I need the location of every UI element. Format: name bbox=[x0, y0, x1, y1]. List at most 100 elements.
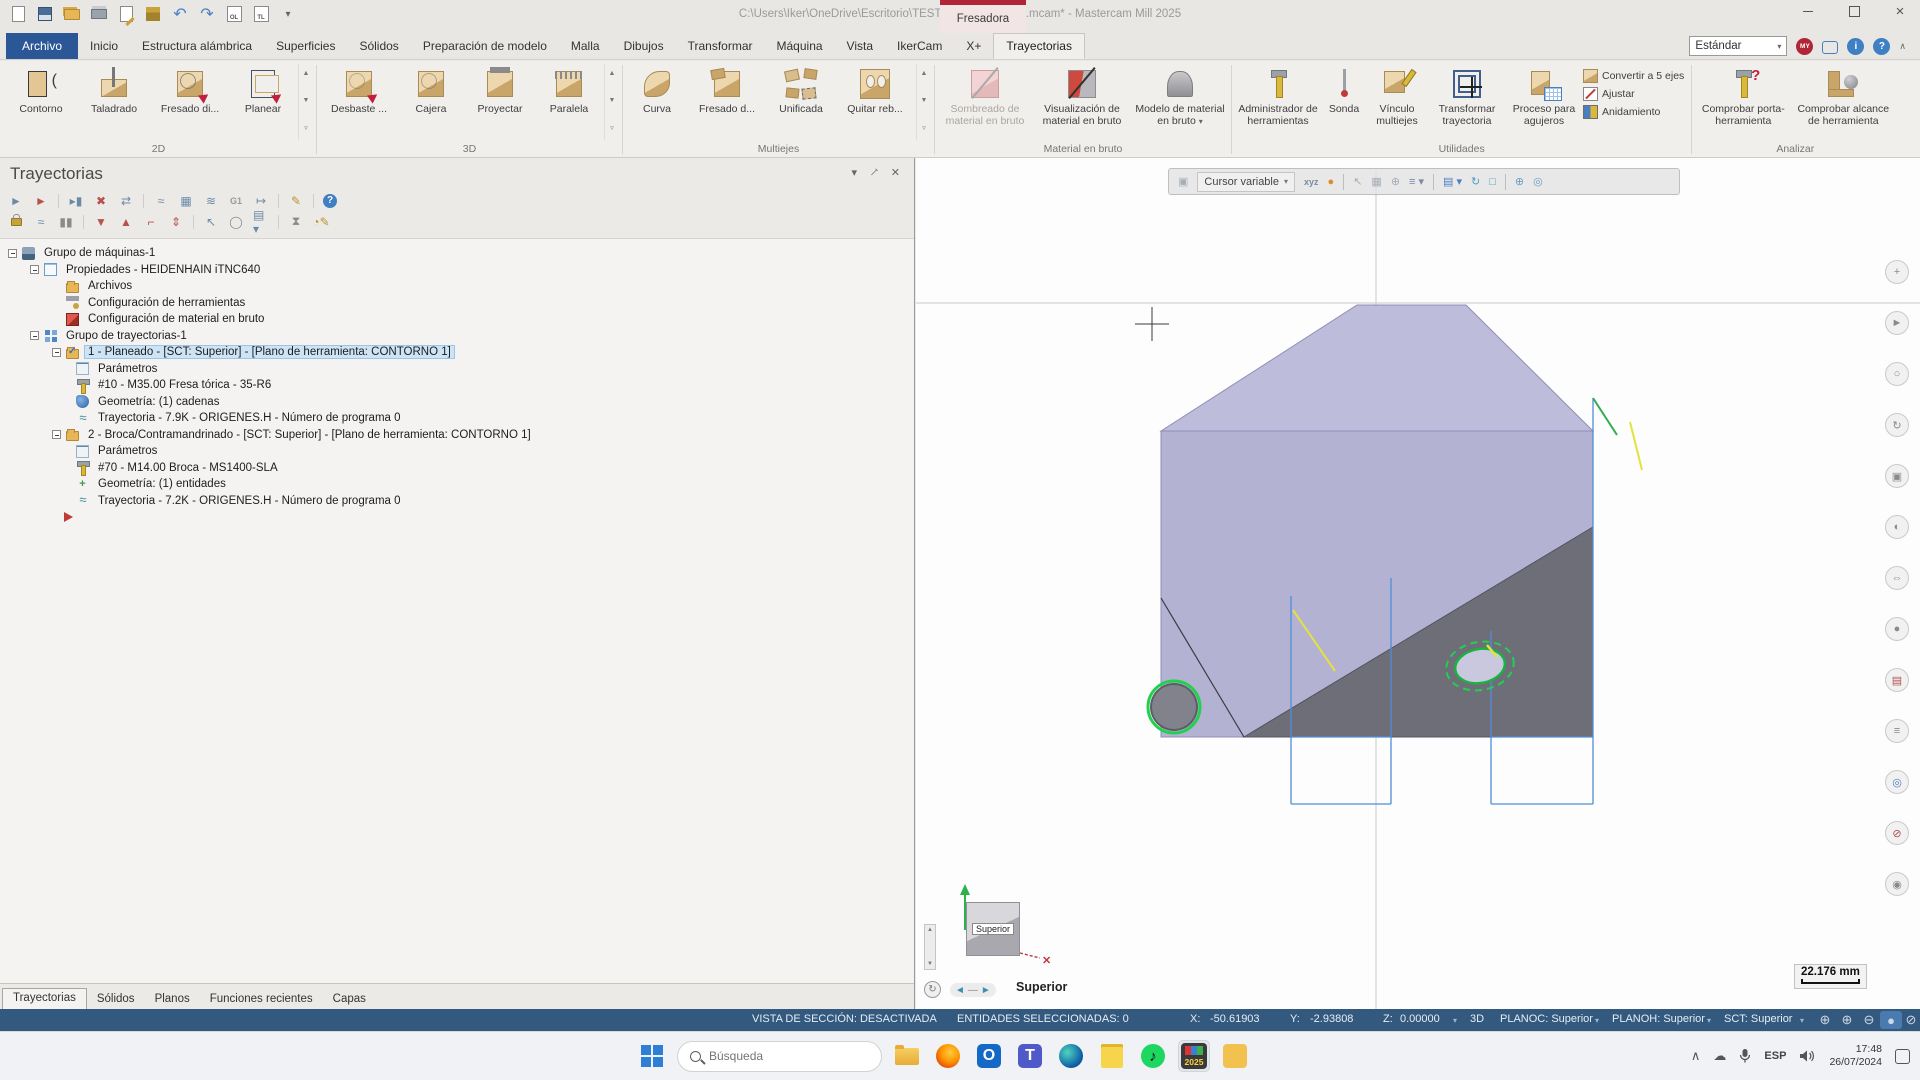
button-visualizacion-material[interactable]: Visualización de material en bruto bbox=[1032, 64, 1132, 140]
edit-document-icon[interactable] bbox=[116, 3, 136, 25]
panel-tab-capas[interactable]: Capas bbox=[323, 990, 376, 1009]
zoom-window-button[interactable]: ○ bbox=[1885, 362, 1909, 386]
close-button[interactable]: × bbox=[1890, 2, 1910, 20]
tree-item-config-herramientas[interactable]: Configuración de herramientas bbox=[0, 295, 914, 312]
expand-icon[interactable] bbox=[30, 265, 39, 274]
backplot-icon[interactable]: ≈ bbox=[153, 193, 169, 208]
shading-mode-button[interactable]: ◐ bbox=[1885, 515, 1909, 539]
button-sonda[interactable]: Sonda bbox=[1321, 64, 1367, 140]
rotate-view-button[interactable]: ↻ bbox=[1885, 413, 1909, 437]
planoh-dropdown-icon[interactable]: ▾ bbox=[1707, 1016, 1711, 1025]
planoc-selector[interactable]: PLANOC: Superior bbox=[1500, 1013, 1593, 1025]
button-contorno[interactable]: Contorno bbox=[4, 64, 78, 140]
panel-tab-planos[interactable]: Planos bbox=[145, 990, 200, 1009]
tree-item-archivos[interactable]: Archivos bbox=[0, 278, 914, 295]
planoc-dropdown-icon[interactable]: ▾ bbox=[1595, 1016, 1599, 1025]
button-comprobar-alcance[interactable]: Comprobar alcance de herramienta bbox=[1791, 64, 1895, 140]
tab-transformar[interactable]: Transformar bbox=[676, 33, 765, 59]
panel-tab-funciones-recientes[interactable]: Funciones recientes bbox=[200, 990, 323, 1009]
redo-icon[interactable] bbox=[197, 3, 217, 25]
no-hidden-display-icon[interactable]: ⊖ bbox=[1858, 1011, 1880, 1029]
undo-icon[interactable] bbox=[170, 3, 190, 25]
blank-entities-button[interactable]: ◉ bbox=[1885, 872, 1909, 896]
select-chain-icon[interactable]: ⊕ bbox=[1391, 175, 1400, 188]
material-display-button[interactable]: ▤ bbox=[1885, 668, 1909, 692]
button-convertir-5-ejes[interactable]: Convertir a 5 ejes bbox=[1583, 69, 1684, 83]
button-quitar-rebabas[interactable]: Quitar reb... bbox=[836, 64, 914, 140]
tab-vista[interactable]: Vista bbox=[835, 33, 885, 59]
hide-entities-button[interactable]: ⊘ bbox=[1885, 821, 1909, 845]
tree-item-properties[interactable]: Propiedades - HEIDENHAIN iTNC640 bbox=[0, 262, 914, 279]
send-to-machine-icon[interactable]: ↦ bbox=[253, 193, 269, 208]
button-anidamiento[interactable]: Anidamiento bbox=[1583, 105, 1684, 119]
restore-button[interactable] bbox=[1844, 2, 1864, 20]
delete-operations-icon[interactable]: ✖ bbox=[93, 193, 109, 208]
view-step-arrows[interactable]: ◄—► bbox=[950, 983, 996, 997]
feedback-icon[interactable] bbox=[1822, 41, 1838, 54]
planoh-selector[interactable]: PLANOH: Superior bbox=[1612, 1013, 1705, 1025]
tab-solidos[interactable]: Sólidos bbox=[347, 33, 410, 59]
tree-item-parameters-1[interactable]: Parámetros bbox=[0, 361, 914, 378]
view-cube[interactable]: Superior bbox=[966, 902, 1020, 956]
button-proyectar[interactable]: Proyectar bbox=[464, 64, 536, 140]
move-insert-icon[interactable]: ⌐ bbox=[143, 214, 159, 229]
onedrive-cloud-icon[interactable]: ☁ bbox=[1713, 1048, 1726, 1064]
hidden-line-display-icon[interactable]: ⊕ bbox=[1836, 1011, 1858, 1029]
panel-tab-solidos[interactable]: Sólidos bbox=[87, 990, 145, 1009]
tree-item-toolpath-file-1[interactable]: ≈Trayectoria - 7.9K - ORIGENES.H - Númer… bbox=[0, 410, 914, 427]
microphone-icon[interactable] bbox=[1739, 1048, 1751, 1064]
expand-icon[interactable] bbox=[30, 331, 39, 340]
button-unificada[interactable]: Unificada bbox=[766, 64, 836, 140]
move-down-icon[interactable]: ▼ bbox=[93, 214, 109, 229]
lock-icon[interactable] bbox=[8, 214, 24, 229]
post-ol-icon[interactable]: OL bbox=[224, 3, 244, 25]
taskbar-app-notes[interactable] bbox=[1096, 1040, 1128, 1072]
gview-icon[interactable]: ↻ bbox=[1471, 175, 1480, 188]
quick-access-more-icon[interactable] bbox=[278, 3, 298, 25]
save-icon[interactable] bbox=[35, 3, 55, 25]
gnomon-scrollbar[interactable]: ▲▼ bbox=[924, 924, 936, 970]
group-2d-scroll[interactable]: ▲▼▿ bbox=[298, 64, 313, 140]
taskbar-app-teams[interactable]: T bbox=[1014, 1040, 1046, 1072]
isometric-view-button[interactable]: ▣ bbox=[1885, 464, 1909, 488]
taskbar-app-mastercam[interactable]: 2025 bbox=[1178, 1040, 1210, 1072]
button-desbaste[interactable]: Desbaste ... bbox=[320, 64, 398, 140]
xyz-entry-icon[interactable]: xyz bbox=[1304, 177, 1319, 187]
cursor-tool-button[interactable]: ► bbox=[1885, 311, 1909, 335]
insert-position-marker[interactable] bbox=[0, 509, 914, 526]
tab-maquina[interactable]: Máquina bbox=[765, 33, 835, 59]
point-snap-icon[interactable]: ● bbox=[1328, 176, 1335, 188]
tree-item-geometry-2[interactable]: +Geometría: (1) entidades bbox=[0, 476, 914, 493]
zoom-fit-button[interactable]: + bbox=[1885, 260, 1909, 284]
fit-view-icon[interactable]: ⊕ bbox=[1515, 175, 1524, 188]
help-icon[interactable]: ? bbox=[1873, 38, 1890, 55]
pan-view-button[interactable]: ⇔ bbox=[1885, 566, 1909, 590]
tray-overflow-icon[interactable]: ∧ bbox=[1691, 1048, 1701, 1064]
operations-help-icon[interactable]: ? bbox=[323, 194, 337, 208]
taskbar-app-explorer[interactable] bbox=[891, 1040, 923, 1072]
edit-selected-icon[interactable]: ✎ bbox=[288, 193, 304, 208]
expand-icon[interactable] bbox=[8, 249, 17, 258]
section-view-status[interactable]: VISTA DE SECCIÓN: DESACTIVADA bbox=[752, 1013, 937, 1025]
sct-dropdown-icon[interactable]: ▾ bbox=[1800, 1016, 1804, 1025]
simulate-icon[interactable]: ≋ bbox=[203, 193, 219, 208]
button-paralela[interactable]: Paralela bbox=[536, 64, 602, 140]
tab-superficies[interactable]: Superficies bbox=[264, 33, 347, 59]
taskbar-app-spotify[interactable]: ♪ bbox=[1137, 1040, 1169, 1072]
graphics-viewport[interactable]: ✕ ▣ Cursor variable▾ xyz ● ↖ ▦ ⊕ ≡ ▾ ▤ ▾… bbox=[916, 158, 1920, 1009]
new-file-icon[interactable] bbox=[8, 3, 28, 25]
select-pointer-icon[interactable]: ↖ bbox=[203, 214, 219, 229]
notifications-icon[interactable] bbox=[1895, 1049, 1910, 1064]
select-options-icon[interactable]: ≡ ▾ bbox=[1409, 175, 1424, 188]
button-ajustar[interactable]: Ajustar bbox=[1583, 87, 1684, 101]
open-file-icon[interactable] bbox=[62, 3, 82, 25]
wireframe-display-icon[interactable]: ⊕ bbox=[1814, 1011, 1836, 1029]
tab-dibujos[interactable]: Dibujos bbox=[612, 33, 676, 59]
button-fresado-multiejes[interactable]: Fresado d... bbox=[688, 64, 766, 140]
print-icon[interactable] bbox=[89, 3, 109, 25]
tree-item-tool-2[interactable]: #70 - M14.00 Broca - MS1400-SLA bbox=[0, 460, 914, 477]
clear-selection-icon[interactable]: ► bbox=[33, 193, 49, 208]
taskbar-app-firefox[interactable] bbox=[932, 1040, 964, 1072]
minimize-button[interactable] bbox=[1798, 2, 1818, 20]
move-up-icon[interactable]: ▲ bbox=[118, 214, 134, 229]
